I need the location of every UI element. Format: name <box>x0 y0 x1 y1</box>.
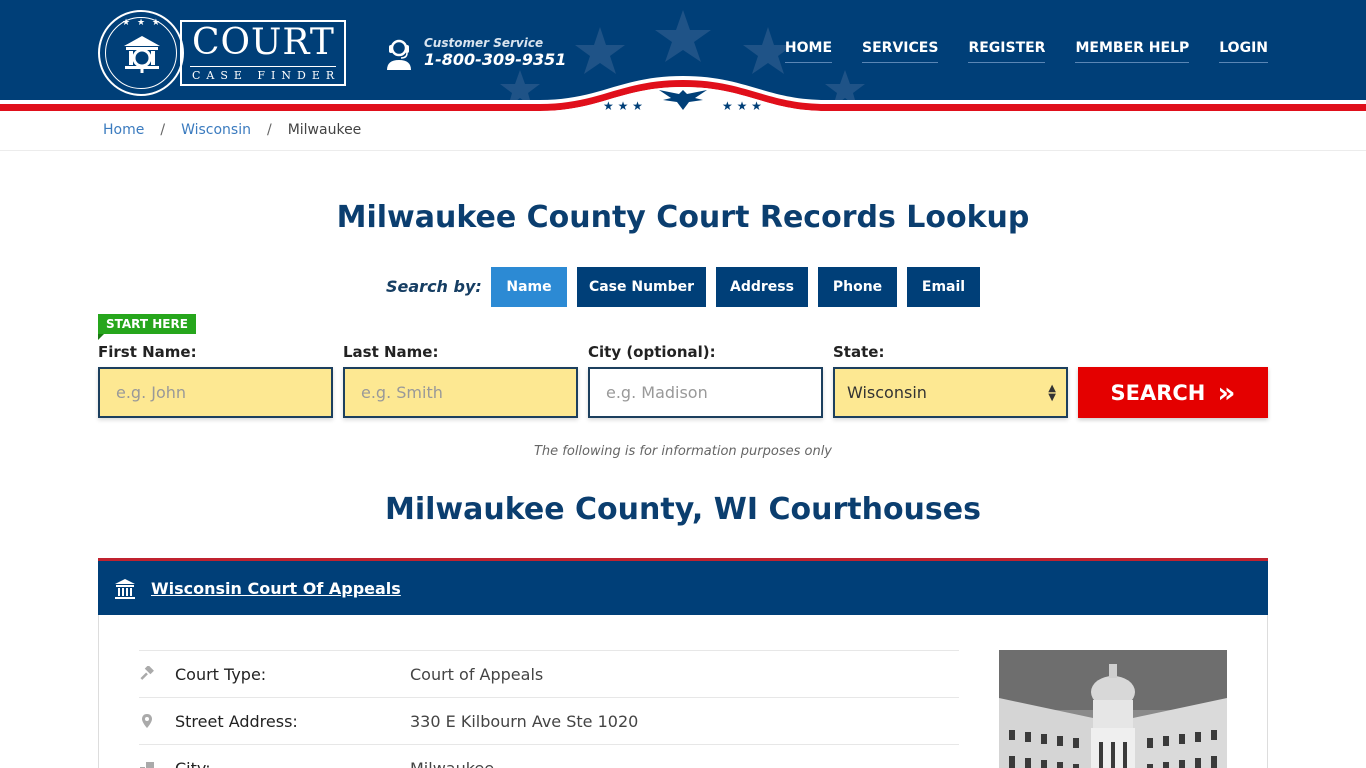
court-name-link[interactable]: Wisconsin Court Of Appeals <box>151 579 401 598</box>
detail-label: Street Address: <box>175 712 298 731</box>
tab-case-number[interactable]: Case Number <box>577 267 706 307</box>
courthouse-icon <box>115 579 135 599</box>
first-name-label: First Name: <box>98 343 197 361</box>
last-name-label: Last Name: <box>343 343 439 361</box>
court-card: Wisconsin Court Of Appeals Court Type: C… <box>98 558 1268 768</box>
capitol-building-image <box>999 650 1227 768</box>
detail-label: City: <box>175 759 211 768</box>
tab-email[interactable]: Email <box>907 267 980 307</box>
detail-row-street-address: Street Address: 330 E Kilbourn Ave Ste 1… <box>139 697 959 744</box>
headset-user-icon <box>387 39 411 70</box>
tab-phone[interactable]: Phone <box>818 267 897 307</box>
detail-label: Court Type: <box>175 665 267 684</box>
first-name-input[interactable]: e.g. John <box>98 367 333 418</box>
svg-text:★ ★ ★: ★ ★ ★ <box>603 99 643 112</box>
nav-services[interactable]: SERVICES <box>862 40 939 63</box>
disclaimer: The following is for information purpose… <box>533 444 833 459</box>
breadcrumb-current: Milwaukee <box>287 122 362 138</box>
courthouses-title: Milwaukee County, WI Courthouses <box>385 492 981 527</box>
nav-member-help[interactable]: MEMBER HELP <box>1075 40 1190 63</box>
courthouse-photo <box>999 650 1227 768</box>
breadcrumb-home[interactable]: Home <box>103 122 144 138</box>
state-select[interactable]: Wisconsin ▲ ▼ <box>833 367 1068 418</box>
main-nav: HOME SERVICES REGISTER MEMBER HELP LOGIN <box>784 40 1268 63</box>
detail-row-court-type: Court Type: Court of Appeals <box>139 650 959 697</box>
court-details: Court Type: Court of Appeals Street Addr… <box>139 650 959 768</box>
detail-value: 330 E Kilbourn Ave Ste 1020 <box>410 712 639 731</box>
logo-wordmark: COURT CASE FINDER <box>180 20 346 86</box>
tab-name[interactable]: Name <box>491 267 567 307</box>
customer-service-label: Customer Service <box>424 36 544 50</box>
detail-row-city: City: Milwaukee <box>139 744 959 768</box>
map-pin-icon <box>142 714 152 728</box>
detail-value: Milwaukee <box>410 759 494 768</box>
nav-register[interactable]: REGISTER <box>968 40 1046 63</box>
search-by-label: Search by: <box>386 277 482 296</box>
last-name-input[interactable]: e.g. Smith <box>343 367 578 418</box>
select-arrows-icon: ▲ ▼ <box>1048 382 1056 403</box>
city-input[interactable]: e.g. Madison <box>588 367 823 418</box>
nav-home[interactable]: HOME <box>784 40 833 63</box>
gavel-icon <box>140 666 154 680</box>
tab-address[interactable]: Address <box>716 267 808 307</box>
city-label: City (optional): <box>588 343 716 361</box>
courthouse-magnifier-icon <box>124 36 160 73</box>
breadcrumb-separator: / <box>160 122 166 138</box>
site-header: ★ ★ ★ ★ ★ ★ ★ ★ ★ COURT CASE FINDER Cust… <box>0 0 1366 112</box>
court-card-header: Wisconsin Court Of Appeals <box>98 558 1268 615</box>
state-label: State: <box>833 343 885 361</box>
breadcrumb-wisconsin[interactable]: Wisconsin <box>181 122 251 138</box>
search-button-label: SEARCH <box>1110 380 1206 405</box>
double-chevron-right-icon: » <box>1217 375 1236 409</box>
site-logo[interactable]: ★ ★ ★ COURT CASE FINDER <box>98 10 348 96</box>
state-select-value: Wisconsin <box>847 383 927 402</box>
nav-login[interactable]: LOGIN <box>1219 40 1268 63</box>
page-title: Milwaukee County Court Records Lookup <box>336 200 1030 235</box>
search-by-bar: Search by: Name Case Number Address Phon… <box>0 267 1366 307</box>
svg-text:★ ★ ★: ★ ★ ★ <box>722 99 762 112</box>
city-icon <box>140 762 154 768</box>
breadcrumb: Home / Wisconsin / Milwaukee <box>0 112 1366 151</box>
start-here-badge: START HERE <box>98 314 196 340</box>
detail-value: Court of Appeals <box>410 665 544 684</box>
search-button[interactable]: SEARCH » <box>1078 367 1268 418</box>
customer-service-phone[interactable]: 1-800-309-9351 <box>424 50 566 69</box>
logo-emblem: ★ ★ ★ <box>98 10 184 96</box>
breadcrumb-separator: / <box>266 122 272 138</box>
